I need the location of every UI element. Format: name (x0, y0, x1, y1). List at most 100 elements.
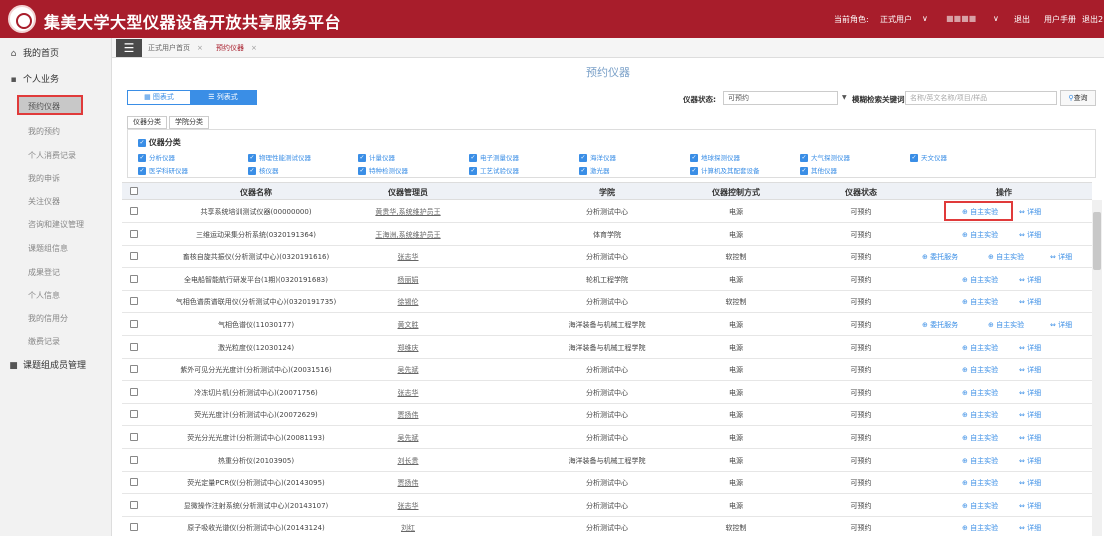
role-select[interactable]: 正式用户 (880, 14, 912, 25)
keyword-search-input[interactable]: 名称/英文名称/项目/样品 (905, 91, 1057, 105)
manager-link[interactable]: 刘长贵 (398, 456, 419, 466)
detail-button[interactable]: ⇔ 详细 (1019, 343, 1041, 353)
detail-button[interactable]: ⇔ 详细 (1019, 388, 1041, 398)
detail-button[interactable]: ⇔ 详细 (1050, 252, 1072, 262)
manager-link[interactable]: 黄文胜 (398, 320, 419, 330)
list-view-button[interactable]: ☰ 列表式 (190, 91, 256, 104)
user-name[interactable]: ■■■■ (946, 14, 976, 23)
logout-link[interactable]: 退出 (1014, 14, 1030, 25)
tab-instrument-category[interactable]: 仪器分类 (127, 116, 167, 129)
category-title[interactable]: ✓ 仪器分类 (138, 137, 181, 148)
detail-button[interactable]: ⇔ 详细 (1019, 207, 1041, 217)
sidebar-item-group-members[interactable]: ■ 课题组成员管理 (8, 358, 120, 371)
self-experiment-button[interactable]: ⊕ 自主实验 (962, 365, 998, 375)
detail-button[interactable]: ⇔ 详细 (1019, 275, 1041, 285)
row-checkbox[interactable] (130, 410, 138, 419)
entrust-service-button[interactable]: ⊕ 委托服务 (922, 320, 958, 330)
detail-button[interactable]: ⇔ 详细 (1019, 478, 1041, 488)
manager-link[interactable]: 贾扬伟 (398, 478, 419, 488)
self-experiment-button[interactable]: ⊕ 自主实验 (962, 297, 998, 307)
row-checkbox[interactable] (130, 523, 138, 532)
row-checkbox[interactable] (130, 500, 138, 509)
detail-button[interactable]: ⇔ 详细 (1019, 297, 1041, 307)
detail-button[interactable]: ⇔ 详细 (1019, 523, 1041, 533)
category-checkbox[interactable]: ✓ 大气探测仪器 (800, 152, 850, 162)
sidebar-item-personal[interactable]: ▪ 个人业务 (8, 72, 120, 85)
self-experiment-button[interactable]: ⊕ 自主实验 (962, 501, 998, 511)
tab-college-category[interactable]: 学院分类 (169, 116, 209, 129)
manager-link[interactable]: 徐锡伦 (398, 297, 419, 307)
manager-link[interactable]: 吴先斌 (398, 365, 419, 375)
category-checkbox[interactable]: ✓ 其他仪器 (800, 165, 837, 175)
menu-toggle-icon[interactable]: ☰ (116, 39, 142, 57)
category-checkbox[interactable]: ✓ 激光器 (579, 165, 610, 175)
row-checkbox[interactable] (130, 320, 138, 328)
manager-link[interactable]: 黄贵华,系统维护员王 (375, 207, 440, 217)
category-checkbox[interactable]: ✓ 地球探测仪器 (690, 152, 740, 162)
self-experiment-button[interactable]: ⊕ 自主实验 (988, 320, 1024, 330)
user-chevron-down-icon[interactable]: ∨ (993, 14, 999, 23)
category-checkbox[interactable]: ✓ 特种检测仪器 (358, 165, 408, 175)
detail-button[interactable]: ⇔ 详细 (1019, 456, 1041, 466)
category-checkbox[interactable]: ✓ 核仪器 (248, 165, 279, 175)
manager-link[interactable]: 王海洲,系统维护员王 (375, 230, 440, 240)
row-checkbox[interactable] (130, 252, 138, 261)
self-experiment-button[interactable]: ⊕ 自主实验 (962, 343, 998, 353)
row-checkbox[interactable] (130, 342, 138, 351)
row-checkbox[interactable] (130, 365, 138, 374)
role-chevron-down-icon[interactable]: ∨ (922, 14, 928, 23)
manager-link[interactable]: 张志华 (398, 501, 419, 511)
sidebar-item-home[interactable]: ⌂ 我的首页 (8, 46, 120, 59)
self-experiment-button[interactable]: ⊕ 自主实验 (962, 230, 998, 240)
logout-link-2[interactable]: 退出2 (1082, 14, 1103, 25)
row-checkbox[interactable] (130, 297, 138, 306)
detail-button[interactable]: ⇔ 详细 (1019, 230, 1041, 240)
category-checkbox[interactable]: ✓ 天文仪器 (910, 152, 947, 162)
category-checkbox[interactable]: ✓ 分析仪器 (138, 152, 175, 162)
category-checkbox[interactable]: ✓ 计算机及其配套设备 (690, 165, 760, 175)
category-checkbox[interactable]: ✓ 物理性能测试仪器 (248, 152, 311, 162)
self-experiment-button[interactable]: ⊕ 自主实验 (962, 410, 998, 420)
detail-button[interactable]: ⇔ 详细 (1019, 410, 1041, 420)
self-experiment-button[interactable]: ⊕ 自主实验 (962, 388, 998, 398)
category-checkbox[interactable]: ✓ 海洋仪器 (579, 152, 616, 162)
user-manual-link[interactable]: 用户手册 (1044, 14, 1076, 25)
sidebar-item-reserve-instrument[interactable]: 预约仪器 (17, 95, 83, 115)
detail-button[interactable]: ⇔ 详细 (1019, 433, 1041, 443)
manager-link[interactable]: 吴先斌 (398, 433, 419, 443)
row-checkbox[interactable] (130, 274, 138, 283)
row-checkbox[interactable] (130, 478, 138, 487)
row-checkbox[interactable] (130, 455, 138, 464)
manager-link[interactable]: 郑维庆 (398, 343, 419, 353)
close-icon[interactable]: × (251, 44, 257, 52)
select-arrow-icon[interactable]: ▼ (842, 94, 847, 101)
detail-button[interactable]: ⇔ 详细 (1019, 365, 1041, 375)
category-checkbox[interactable]: ✓ 工艺试验仪器 (469, 165, 519, 175)
tab-reserve[interactable]: 预约仪器 × (216, 43, 257, 53)
select-all-checkbox[interactable] (130, 187, 138, 195)
detail-button[interactable]: ⇔ 详细 (1050, 320, 1072, 330)
sidebar-item-consumption[interactable]: 个人消费记录 (28, 150, 140, 161)
row-checkbox[interactable] (130, 387, 138, 396)
category-checkbox[interactable]: ✓ 计量仪器 (358, 152, 395, 162)
row-checkbox[interactable] (130, 229, 138, 238)
detail-button[interactable]: ⇔ 详细 (1019, 501, 1041, 511)
self-experiment-button[interactable]: ⊕ 自主实验 (962, 275, 998, 285)
close-icon[interactable]: × (197, 44, 203, 52)
self-experiment-button[interactable]: ⊕ 自主实验 (962, 433, 998, 443)
row-checkbox[interactable] (130, 433, 138, 441)
category-checkbox[interactable]: ✓ 电子测量仪器 (469, 152, 519, 162)
manager-link[interactable]: 杨丽娟 (398, 275, 419, 285)
self-experiment-button[interactable]: ⊕ 自主实验 (962, 478, 998, 488)
status-select[interactable]: 可预约 (723, 91, 838, 105)
search-button[interactable]: ⚲查询 (1060, 90, 1096, 106)
manager-link[interactable]: 张志华 (398, 252, 419, 262)
entrust-service-button[interactable]: ⊕ 委托服务 (922, 252, 958, 262)
self-experiment-button[interactable]: ⊕ 自主实验 (988, 252, 1024, 262)
tab-home[interactable]: 正式用户首页 × (148, 43, 203, 53)
manager-link[interactable]: 刘红 (401, 523, 415, 533)
self-experiment-button[interactable]: ⊕ 自主实验 (962, 523, 998, 533)
manager-link[interactable]: 张志华 (398, 388, 419, 398)
sidebar-item-my-reservations[interactable]: 我的预约 (28, 126, 140, 137)
manager-link[interactable]: 贾扬伟 (398, 410, 419, 420)
